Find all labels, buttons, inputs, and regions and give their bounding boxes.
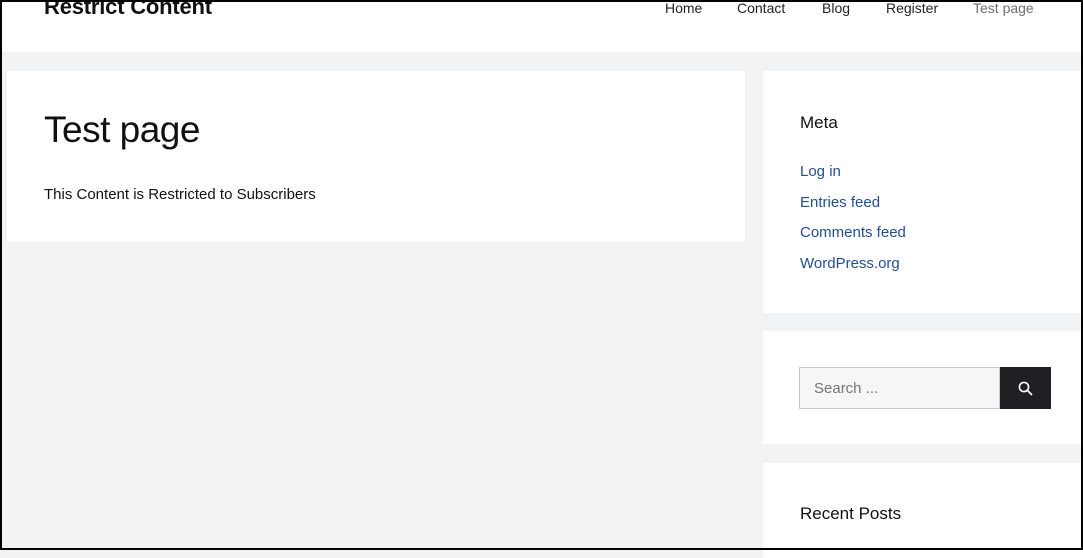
comments-feed-link[interactable]: Comments feed	[800, 224, 906, 241]
entries-feed-link[interactable]: Entries feed	[800, 194, 880, 211]
search-icon	[1018, 381, 1033, 395]
page-title: Test page	[44, 109, 200, 150]
nav-item-test-page[interactable]: Test page	[973, 0, 1034, 16]
meta-links: Log in Entries feed Comments feed WordPr…	[800, 163, 906, 285]
nav-item-home[interactable]: Home	[665, 0, 702, 16]
search-button[interactable]	[1000, 367, 1051, 409]
login-link[interactable]: Log in	[800, 163, 841, 180]
site-title[interactable]: Restrict Content	[44, 0, 212, 20]
list-item: Entries feed	[800, 194, 906, 225]
meta-widget: Meta Log in Entries feed Comments feed W…	[763, 71, 1083, 313]
meta-widget-title: Meta	[800, 113, 838, 132]
list-item: Comments feed	[800, 224, 906, 255]
list-item: WordPress.org	[800, 255, 906, 286]
nav-item-contact[interactable]: Contact	[737, 0, 785, 16]
nav-item-register[interactable]: Register	[886, 0, 938, 16]
search-widget	[763, 331, 1083, 444]
recent-posts-widget: Recent Posts	[763, 463, 1083, 558]
wordpress-org-link[interactable]: WordPress.org	[800, 255, 900, 272]
recent-posts-title: Recent Posts	[800, 504, 902, 523]
list-item: Log in	[800, 163, 906, 194]
page-content: This Content is Restricted to Subscriber…	[44, 186, 316, 203]
site-header: Restrict Content Home Contact Blog Regis…	[0, 0, 1083, 52]
content-article: Test page This Content is Restricted to …	[7, 71, 745, 242]
nav-item-blog[interactable]: Blog	[822, 0, 850, 16]
search-input[interactable]	[799, 367, 1000, 409]
